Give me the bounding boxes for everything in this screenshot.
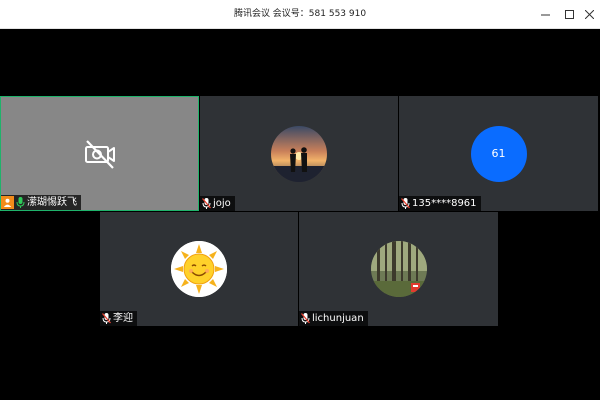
participant-tile[interactable]: jojo bbox=[200, 96, 398, 211]
person-icon bbox=[1, 196, 14, 209]
forest-photo bbox=[370, 241, 427, 297]
participant-name: 潆瑚惕跃飞 bbox=[27, 197, 77, 208]
participant-name: lichunjuan bbox=[312, 313, 364, 324]
participant-name-tag: 潆瑚惕跃飞 bbox=[1, 195, 81, 210]
close-icon bbox=[584, 10, 594, 19]
participant-name-tag: 李迎 bbox=[100, 311, 137, 326]
participant-name-tag: lichunjuan bbox=[299, 311, 368, 326]
video-grid: 潆瑚惕跃飞 jojo 61 135****8961 李迎 lichunjuan bbox=[0, 29, 600, 400]
mic-muted-icon bbox=[102, 313, 111, 324]
participant-name: jojo bbox=[213, 198, 231, 209]
participant-tile-self[interactable]: 潆瑚惕跃飞 bbox=[0, 96, 199, 211]
maximize-icon bbox=[564, 10, 574, 19]
participant-name: 李迎 bbox=[113, 313, 133, 324]
window-title: 腾讯会议 会议号：581 553 910 bbox=[233, 9, 367, 19]
camera-off-icon bbox=[84, 139, 115, 169]
mic-muted-icon bbox=[202, 198, 211, 209]
mic-muted-icon bbox=[401, 198, 410, 209]
participant-avatar bbox=[171, 241, 227, 297]
participant-name-tag: 135****8961 bbox=[399, 196, 481, 211]
participant-name: 135****8961 bbox=[412, 198, 477, 209]
title-bar[interactable]: 腾讯会议 会议号：581 553 910 bbox=[0, 0, 600, 29]
participant-tile[interactable]: 李迎 bbox=[100, 212, 298, 326]
minimize-icon bbox=[540, 14, 550, 16]
participant-avatar: 61 bbox=[470, 125, 527, 182]
participant-name-tag: jojo bbox=[200, 196, 235, 211]
close-button[interactable] bbox=[579, 5, 599, 24]
participant-avatar bbox=[271, 125, 327, 182]
meeting-window: 腾讯会议 会议号：581 553 910 潆瑚惕跃飞 jojo 61 135**… bbox=[0, 0, 600, 400]
maximize-button[interactable] bbox=[559, 5, 579, 24]
mic-muted-icon bbox=[301, 313, 310, 324]
mic-active-icon bbox=[16, 197, 25, 208]
participant-tile[interactable]: lichunjuan bbox=[299, 212, 498, 326]
participant-avatar bbox=[370, 241, 427, 297]
minimize-button[interactable] bbox=[535, 5, 555, 24]
couple-sunset-photo bbox=[271, 125, 327, 182]
sun-smiley-icon bbox=[171, 241, 227, 297]
participant-tile[interactable]: 61 135****8961 bbox=[399, 96, 598, 211]
